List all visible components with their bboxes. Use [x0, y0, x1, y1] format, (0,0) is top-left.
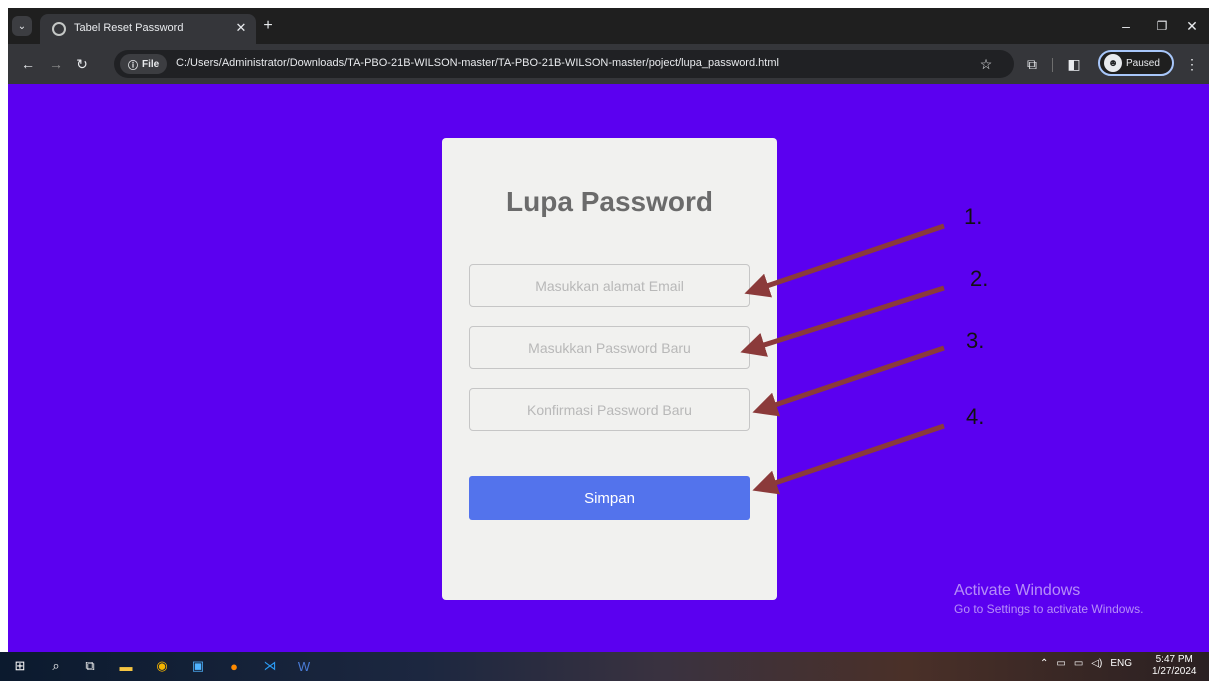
annotation-label-4: 4.	[966, 404, 985, 429]
save-button[interactable]: Simpan	[469, 476, 750, 520]
clock-time: 5:47 PM	[1155, 654, 1193, 665]
system-tray: ⌃ ▭ ▭ ◁) ENG	[1040, 658, 1132, 669]
forward-icon[interactable]: →	[46, 54, 66, 74]
task-view-icon[interactable]: ⧉	[80, 656, 100, 676]
volume-icon[interactable]: ◁)	[1091, 658, 1102, 669]
globe-icon	[52, 22, 66, 36]
tab-bar: ⌄ Tabel Reset Password ✕ + – ❐ ✕	[8, 8, 1209, 44]
new-tab-icon[interactable]: +	[258, 16, 278, 36]
annotation-arrow-4	[752, 423, 945, 495]
vscode-icon[interactable]: ⋊	[260, 656, 280, 676]
battery-icon[interactable]: ▭	[1074, 658, 1083, 669]
site-info-chip[interactable]: ⓘ File	[120, 54, 168, 74]
activate-windows-watermark: Activate Windows Go to Settings to activ…	[954, 582, 1143, 616]
restore-icon[interactable]: ❐	[1152, 16, 1172, 36]
page-title: Lupa Password	[506, 186, 713, 217]
clock-date: 1/27/2024	[1152, 666, 1197, 677]
file-chip-label: File	[142, 58, 160, 70]
bookmark-star-icon[interactable]: ☆	[976, 54, 996, 74]
tab-title: Tabel Reset Password	[74, 22, 184, 34]
side-panel-icon[interactable]: ◧	[1064, 54, 1084, 74]
chevron-up-icon[interactable]: ⌃	[1040, 658, 1048, 669]
address-bar[interactable]: ⓘ File C:/Users/Administrator/Downloads/…	[114, 50, 1014, 78]
email-field[interactable]	[469, 264, 750, 307]
profile-button[interactable]: ☻ Paused	[1098, 50, 1174, 76]
tab-close-icon[interactable]: ✕	[232, 19, 250, 37]
language-indicator[interactable]: ENG	[1110, 658, 1132, 669]
url-text[interactable]: C:/Users/Administrator/Downloads/TA-PBO-…	[176, 57, 779, 69]
network-icon[interactable]: ▭	[1056, 658, 1065, 669]
chrome-icon[interactable]: ◉	[152, 656, 172, 676]
annotation-arrow-1	[744, 223, 945, 298]
info-icon: ⓘ	[128, 60, 138, 72]
browser-toolbar: ← → ↻ ⓘ File C:/Users/Administrator/Down…	[8, 44, 1209, 84]
taskbar-clock[interactable]: 5:47 PM 1/27/2024	[1152, 654, 1197, 678]
firefox-icon[interactable]: ●	[224, 656, 244, 676]
windows-start-icon[interactable]: ⊞	[10, 656, 30, 676]
tab-active[interactable]: Tabel Reset Password ✕	[40, 14, 256, 44]
watermark-subtitle: Go to Settings to activate Windows.	[954, 602, 1144, 616]
toolbar-divider	[1052, 58, 1053, 72]
media-player-icon[interactable]: ▣	[188, 656, 208, 676]
reset-password-card: Lupa Password Simpan	[442, 138, 777, 600]
new-password-field[interactable]	[469, 326, 750, 369]
tab-search-icon[interactable]: ⌄	[12, 16, 32, 36]
file-explorer-icon[interactable]: ▬	[116, 656, 136, 676]
reload-icon[interactable]: ↻	[72, 54, 92, 74]
close-icon[interactable]: ✕	[1182, 16, 1202, 36]
profile-label: Paused	[1126, 57, 1160, 69]
annotation-arrow-3	[752, 345, 945, 417]
watermark-title: Activate Windows	[954, 582, 1081, 599]
minimize-icon[interactable]: –	[1116, 16, 1136, 36]
avatar: ☻	[1104, 54, 1122, 72]
annotation-label-3: 3.	[966, 328, 985, 353]
annotation-label-2: 2.	[970, 266, 989, 291]
more-menu-icon[interactable]: ⋮	[1182, 54, 1202, 74]
taskbar: ⊞ ⌕ ⧉ ▬ ◉ ▣ ● ⋊ W ⌃ ▭ ▭ ◁) ENG 5:47 PM 1…	[0, 652, 1209, 681]
confirm-password-field[interactable]	[469, 388, 750, 431]
browser-window: ⌄ Tabel Reset Password ✕ + – ❐ ✕ ← → ↻ ⓘ…	[8, 8, 1209, 652]
search-icon[interactable]: ⌕	[46, 656, 66, 676]
word-icon[interactable]: W	[294, 656, 314, 676]
back-icon[interactable]: ←	[18, 54, 38, 74]
annotation-label-1: 1.	[964, 204, 983, 229]
annotation-arrow-2	[740, 285, 945, 357]
extensions-icon[interactable]: ⧉	[1022, 54, 1042, 74]
